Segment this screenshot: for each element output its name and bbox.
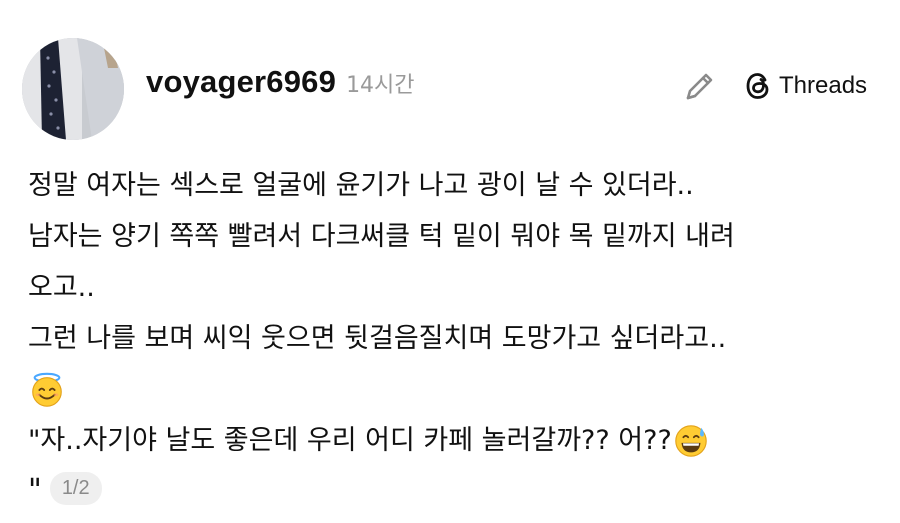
post-line: 그런 나를 보며 씨익 웃으면 뒷걸음질치며 도망가고 싶더라고.. — [28, 323, 727, 354]
post-body: 정말 여자는 섹스로 얼굴에 윤기가 나고 광이 날 수 있더라.. 남자는 양… — [28, 160, 878, 466]
avatar[interactable] — [22, 38, 124, 140]
post-line-emoji — [28, 364, 878, 415]
threads-logo-icon — [746, 73, 769, 99]
timestamp: 14시간 — [346, 73, 415, 98]
pencil-icon[interactable] — [682, 68, 718, 104]
avatar-image — [22, 38, 124, 140]
post-line: 정말 여자는 섹스로 얼굴에 윤기가 나고 광이 날 수 있더라.. — [28, 170, 694, 201]
quote-mark: " — [28, 473, 42, 508]
grinning-face-with-sweat-icon — [675, 424, 707, 457]
threads-brand[interactable]: Threads — [745, 72, 867, 100]
threads-label: Threads — [779, 72, 868, 99]
post-header: voyager6969 14시간 — [146, 64, 415, 100]
username[interactable]: voyager6969 — [146, 64, 336, 100]
page-indicator[interactable]: 1/2 — [49, 471, 102, 505]
post-line: 오고.. — [28, 272, 95, 303]
smiling-face-with-halo-icon — [32, 372, 62, 407]
post-footer: " 1/2 — [28, 470, 102, 506]
post-line-text: "자..자기야 날도 좋은데 우리 어디 카페 놀러갈까?? 어?? — [28, 425, 672, 456]
post-line-with-emoji: "자..자기야 날도 좋은데 우리 어디 카페 놀러갈까?? 어?? — [28, 415, 878, 466]
post-line: 남자는 양기 쪽쪽 빨려서 다크써클 턱 밑이 뭐야 목 밑까지 내려 — [28, 221, 735, 252]
